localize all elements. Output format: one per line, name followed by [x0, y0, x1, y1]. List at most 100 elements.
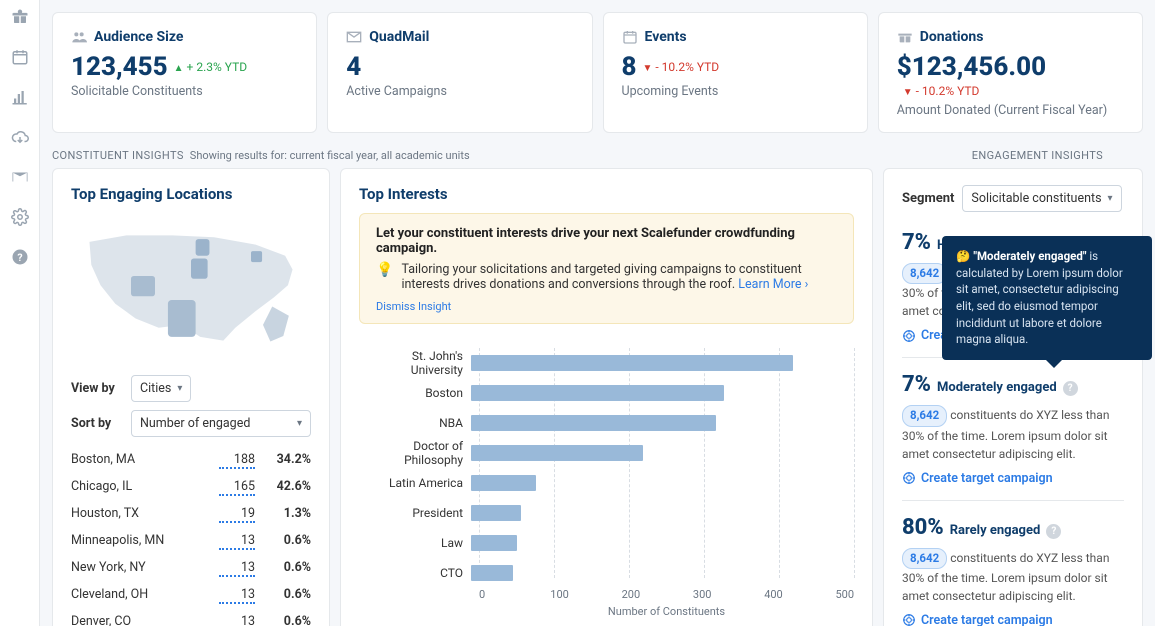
engagement-block: 7% Moderately engaged ? 8,642 constituen… [902, 372, 1124, 500]
chart-bar[interactable] [471, 385, 724, 401]
location-pct: 0.6% [255, 560, 311, 577]
location-count[interactable]: 188 [219, 452, 255, 469]
engagement-name: Rarely engaged [950, 523, 1041, 538]
chart-bar[interactable] [471, 415, 716, 431]
chart-bar[interactable] [471, 475, 536, 491]
card-donations[interactable]: Donations $123,456.00▼ - 10.2% YTD Amoun… [878, 12, 1143, 133]
chart-category-label: NBA [359, 416, 471, 430]
tooltip-moderately-engaged: 🤔"Moderately engaged" is calculated by L… [942, 236, 1152, 360]
locations-title: Top Engaging Locations [71, 185, 311, 203]
chevron-down-icon: ▾ [177, 383, 182, 394]
location-row: Denver, CO 13 0.6% [71, 609, 311, 626]
create-campaign-label: Create target campaign [921, 471, 1053, 486]
engagement-panel: Segment Solicitable constituents ▾ 7% Hi… [883, 168, 1143, 626]
location-pct: 0.6% [255, 614, 311, 626]
engagement-pct: 7% [902, 372, 931, 397]
chart-category-label: Law [359, 536, 471, 550]
location-city: Houston, TX [71, 506, 219, 523]
mail-icon[interactable] [11, 168, 29, 186]
chart-category-label: CTO [359, 566, 471, 580]
card-audience[interactable]: Audience Size 123,455▲ + 2.3% YTD Solici… [52, 12, 317, 133]
segment-dropdown[interactable]: Solicitable constituents ▾ [962, 185, 1121, 212]
location-count[interactable]: 13 [219, 587, 255, 604]
location-count[interactable]: 13 [219, 614, 255, 626]
location-row: Boston, MA 188 34.2% [71, 447, 311, 474]
chart-bar[interactable] [471, 505, 521, 521]
location-city: Chicago, IL [71, 479, 219, 496]
engagement-insights-label: ENGAGEMENT INSIGHTS [972, 149, 1103, 162]
svg-text:?: ? [17, 251, 22, 264]
chevron-down-icon: ▾ [297, 418, 302, 429]
chart-tick: 200 [622, 588, 693, 601]
insights-filter-sub: Showing results for: current fiscal year… [190, 149, 470, 162]
dismiss-insight-link[interactable]: Dismiss Insight [376, 300, 837, 313]
sort-by-label: Sort by [71, 416, 123, 431]
quadmail-sub: Active Campaigns [346, 84, 573, 99]
location-city: Cleveland, OH [71, 587, 219, 604]
card-quadmail[interactable]: QuadMail 4 Active Campaigns [327, 12, 592, 133]
chart-bar[interactable] [471, 535, 517, 551]
engagement-pct: 7% [902, 230, 931, 255]
people-icon [71, 29, 87, 45]
location-row: New York, NY 13 0.6% [71, 555, 311, 582]
location-city: Minneapolis, MN [71, 533, 219, 550]
chart-bar-row: Boston [359, 378, 854, 408]
location-city: New York, NY [71, 560, 219, 577]
events-value: 8 [622, 52, 637, 82]
calendar-icon[interactable] [11, 48, 29, 66]
help-icon[interactable]: ? [1063, 381, 1078, 396]
insight-callout: Let your constituent interests drive you… [359, 213, 854, 324]
donations-value: $123,456.00 [897, 52, 1046, 82]
location-count[interactable]: 19 [219, 506, 255, 523]
chart-x-label: Number of Constituents [479, 605, 854, 618]
location-count[interactable]: 165 [219, 479, 255, 496]
engagement-count[interactable]: 8,642 [902, 548, 947, 569]
us-map[interactable] [71, 213, 311, 363]
location-count[interactable]: 13 [219, 533, 255, 550]
chart-x-axis: 0100200300400500 [479, 588, 854, 601]
location-row: Houston, TX 19 1.3% [71, 501, 311, 528]
top-interests-panel: Top Interests Let your constituent inter… [340, 168, 873, 626]
chart-bar-row: CTO [359, 558, 854, 588]
interests-chart: St. John's University Boston NBA Doctor … [359, 348, 854, 618]
gift-icon [897, 29, 913, 45]
gear-icon[interactable] [11, 208, 29, 226]
create-campaign-link[interactable]: Create target campaign [902, 613, 1124, 626]
tooltip-term: "Moderately engaged" [973, 249, 1086, 263]
chart-bar[interactable] [471, 445, 643, 461]
events-title: Events [645, 29, 687, 45]
engagement-count[interactable]: 8,642 [902, 405, 947, 426]
lightbulb-icon: 💡 [376, 262, 393, 292]
create-campaign-label: Create target campaign [921, 613, 1053, 626]
chart-bar-row: Law [359, 528, 854, 558]
cloud-download-icon[interactable] [11, 128, 29, 146]
audience-trend: ▲ + 2.3% YTD [174, 60, 247, 74]
location-count[interactable]: 13 [219, 560, 255, 577]
constituent-insights-label: CONSTITUENT INSIGHTS [52, 149, 184, 162]
chart-category-label: President [359, 506, 471, 520]
chart-bar[interactable] [471, 355, 793, 371]
card-events[interactable]: Events 8▼ - 10.2% YTD Upcoming Events [603, 12, 868, 133]
audience-value: 123,455 [71, 52, 168, 82]
gift-icon[interactable] [11, 8, 29, 26]
help-icon[interactable]: ? [11, 248, 29, 266]
view-by-label: View by [71, 381, 123, 396]
location-row: Cleveland, OH 13 0.6% [71, 582, 311, 609]
quadmail-title: QuadMail [369, 29, 429, 45]
view-by-dropdown[interactable]: Cities ▾ [131, 375, 191, 402]
donations-sub: Amount Donated (Current Fiscal Year) [897, 103, 1124, 118]
chart-bar-row: Doctor of Philosophy [359, 438, 854, 468]
chart-icon[interactable] [11, 88, 29, 106]
chart-bar-row: Latin America [359, 468, 854, 498]
chart-bar[interactable] [471, 565, 513, 581]
chart-bar-row: President [359, 498, 854, 528]
learn-more-link[interactable]: Learn More › [738, 277, 808, 292]
sort-by-dropdown[interactable]: Number of engaged ▾ [131, 410, 311, 437]
engagement-count[interactable]: 8,642 [902, 263, 947, 284]
chart-category-label: St. John's University [359, 349, 471, 377]
help-icon[interactable]: ? [1046, 524, 1061, 539]
target-icon [902, 613, 916, 626]
summary-cards: Audience Size 123,455▲ + 2.3% YTD Solici… [52, 12, 1143, 133]
create-campaign-link[interactable]: Create target campaign [902, 471, 1124, 486]
segment-label: Segment [902, 191, 954, 206]
